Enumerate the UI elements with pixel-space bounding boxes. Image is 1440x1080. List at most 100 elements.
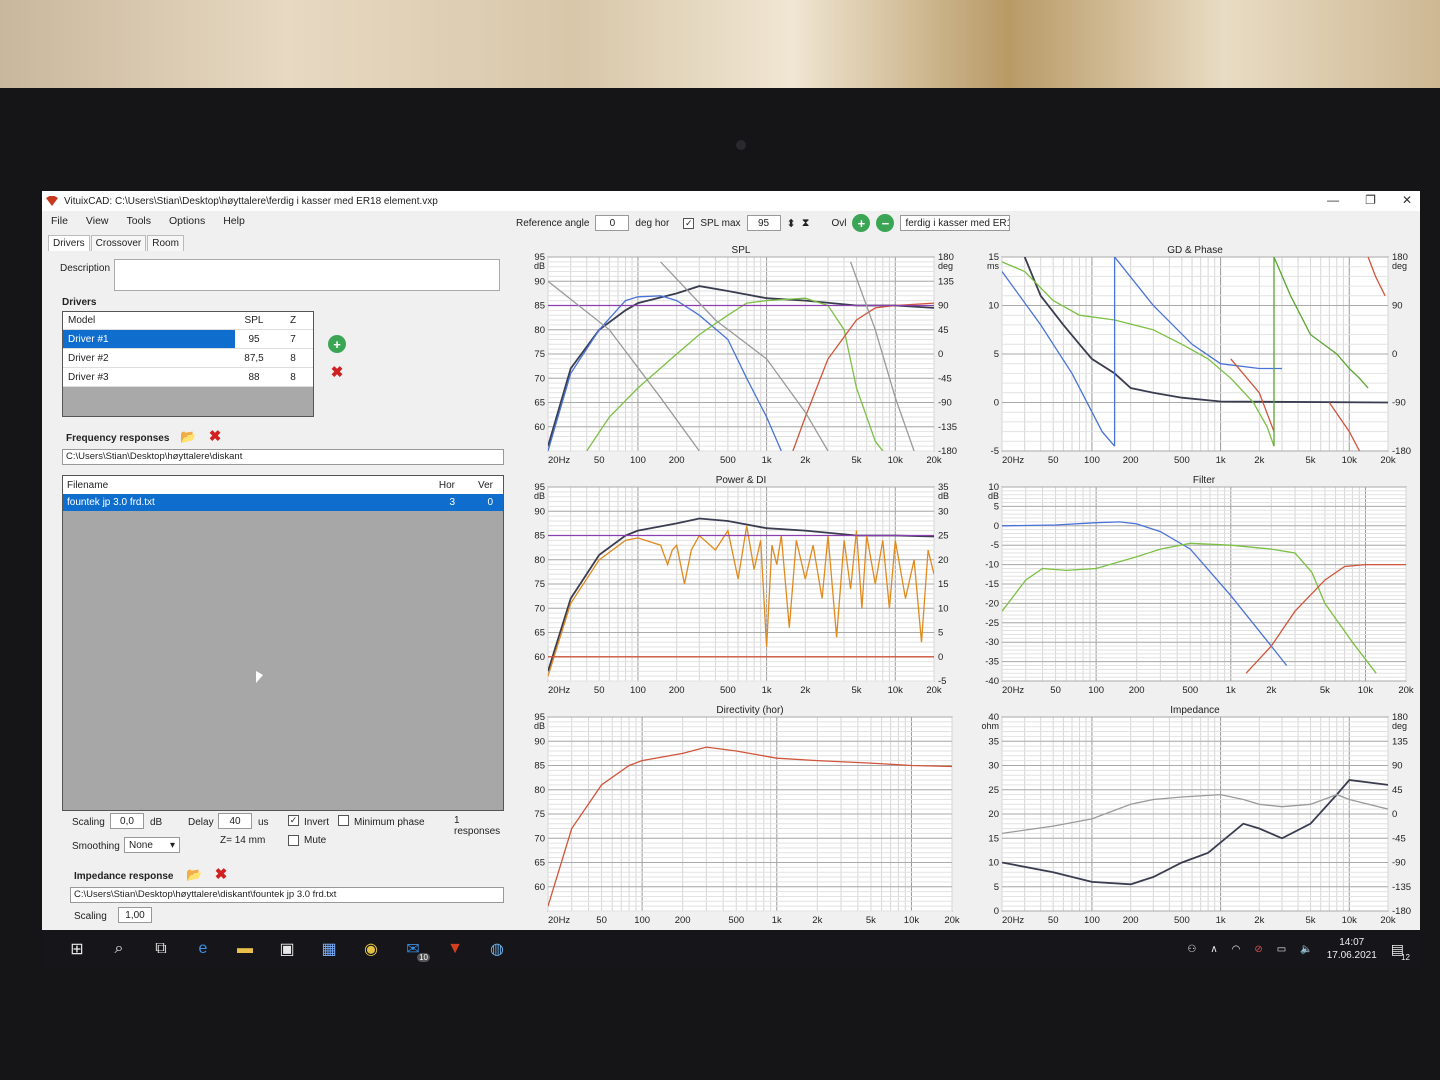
edge-browser-icon[interactable]: e xyxy=(192,938,214,960)
add-overlay-icon[interactable]: + xyxy=(852,214,871,232)
delete-driver-icon[interactable]: ✖ xyxy=(328,363,346,381)
x-tick-label: 500 xyxy=(1182,685,1198,696)
table-row[interactable]: Driver #2 87,5 8 xyxy=(63,349,313,368)
tab-crossover[interactable]: Crossover xyxy=(90,235,147,251)
x-tick-label: 200 xyxy=(669,685,685,696)
minimize-button[interactable]: — xyxy=(1327,193,1339,207)
frequency-responses-heading: Frequency responses xyxy=(66,433,170,444)
x-tick-label: 20k xyxy=(926,685,942,696)
open-folder-icon[interactable]: 📂 xyxy=(180,429,196,445)
mute-checkbox[interactable] xyxy=(288,835,299,846)
menu-file[interactable]: File xyxy=(42,213,77,231)
x-tick-label: 5k xyxy=(1306,915,1316,926)
system-clock[interactable]: 14:07 17.06.2021 xyxy=(1327,936,1377,962)
battery-icon[interactable]: ▭ xyxy=(1277,944,1286,955)
x-tick-label: 20k xyxy=(1380,455,1396,466)
col-filename[interactable]: Filename xyxy=(63,480,421,491)
globe-app-icon[interactable]: ◍ xyxy=(486,938,508,960)
x-tick-label: 20Hz xyxy=(548,915,570,926)
open-impedance-folder-icon[interactable]: 📂 xyxy=(186,867,202,883)
col-ver[interactable]: Ver xyxy=(459,480,497,491)
power-di-chart[interactable]: 6065707580859095-505101520253035dB20Hz 50… xyxy=(516,471,966,699)
impedance-chart[interactable]: 0510152025303540-180-135-90-450459013518… xyxy=(970,701,1420,929)
spl-max-input[interactable]: 95 xyxy=(746,215,781,231)
description-input[interactable] xyxy=(114,259,500,291)
clear-frequency-icon[interactable]: ✖ xyxy=(206,427,224,445)
x-tick-label: 1k xyxy=(772,915,782,926)
menu-options[interactable]: Options xyxy=(160,213,214,231)
x-tick-label: 2k xyxy=(800,685,810,696)
y2-tick-label: 0 xyxy=(938,349,943,360)
task-view-icon[interactable]: ⧉ xyxy=(150,938,172,960)
blocked-icon[interactable]: ⊘ xyxy=(1254,944,1262,955)
filter-chart[interactable]: -40-35-30-25-20-15-10-5051020Hz 50 100 200 5… xyxy=(970,471,1420,699)
close-button[interactable]: ✕ xyxy=(1402,193,1412,207)
col-spl[interactable]: SPL xyxy=(235,315,273,326)
x-tick-label: 100 xyxy=(630,685,646,696)
y2-tick-label: 30 xyxy=(938,506,949,517)
table-row[interactable]: fountek jp 3.0 frd.txt 3 0 xyxy=(63,494,503,511)
x-tick-label: 10k xyxy=(888,685,904,696)
volume-icon[interactable]: 🔈 xyxy=(1300,944,1312,955)
menu-tools[interactable]: Tools xyxy=(118,213,161,231)
spin-updown-icon[interactable]: ⬍ xyxy=(787,217,796,230)
col-hor[interactable]: Hor xyxy=(421,480,459,491)
y-tick-label: 90 xyxy=(534,276,545,287)
tab-drivers[interactable]: Drivers xyxy=(48,235,90,251)
minimum-phase-checkbox[interactable] xyxy=(338,815,349,826)
y2-tick-label: 0 xyxy=(1392,809,1397,820)
directivity-hor-chart[interactable]: 606570758085909520Hz 50 100 200 500 1k 2k 5k 10k… xyxy=(516,701,966,929)
impedance-scaling-input[interactable]: 1,00 xyxy=(118,907,152,923)
chevron-up-icon[interactable]: ∧ xyxy=(1210,944,1217,955)
clear-impedance-icon[interactable]: ✖ xyxy=(212,865,230,883)
z-offset-text: Z= 14 mm xyxy=(220,835,266,846)
description-label: Description xyxy=(60,263,111,274)
title-bar[interactable]: VituixCAD: C:\Users\Stian\Desktop\høytta… xyxy=(42,191,1420,211)
spl-chart[interactable]: 6065707580859095-180-135-90-450459013518… xyxy=(516,241,966,469)
image-viewer-icon[interactable]: ▦ xyxy=(318,938,340,960)
y-tick-label: -20 xyxy=(985,598,999,609)
chart-title: SPL xyxy=(732,245,751,256)
frequency-path-field[interactable]: C:\Users\Stian\Desktop\høyttalere\diskan… xyxy=(62,449,504,465)
restore-button[interactable]: ❐ xyxy=(1365,193,1376,207)
menu-bar: File View Tools Options Help xyxy=(42,213,254,231)
search-icon[interactable]: ⌕ xyxy=(108,938,130,960)
network-icon[interactable]: ◠ xyxy=(1232,944,1241,955)
table-row[interactable]: Driver #3 88 8 xyxy=(63,368,313,387)
ref-angle-input[interactable]: 0 xyxy=(595,215,630,231)
spl-max-checkbox[interactable]: ✓ xyxy=(683,217,695,229)
chrome-icon[interactable]: ◉ xyxy=(360,938,382,960)
menu-view[interactable]: View xyxy=(77,213,118,231)
tab-room[interactable]: Room xyxy=(147,235,184,251)
menu-help[interactable]: Help xyxy=(214,213,254,231)
scaling-input[interactable]: 0,0 xyxy=(110,813,144,829)
people-icon[interactable]: ⚇ xyxy=(1187,944,1196,955)
invert-checkbox[interactable]: ✓ xyxy=(288,815,299,826)
mail-icon[interactable]: ✉ 10 xyxy=(402,938,430,962)
notifications-icon[interactable]: ▤ 12 xyxy=(1391,941,1410,962)
windows-start-icon[interactable]: ⊞ xyxy=(66,938,88,960)
smoothing-select[interactable]: None ▾ xyxy=(124,837,180,853)
impedance-path-field[interactable]: C:\Users\Stian\Desktop\høyttalere\diskan… xyxy=(70,887,504,903)
y-tick-label: 10 xyxy=(988,301,999,312)
y-tick-label: 20 xyxy=(988,809,999,820)
ovl-label: Ovl xyxy=(831,217,847,229)
clock-time: 14:07 xyxy=(1339,937,1365,948)
file-explorer-icon[interactable]: ▬ xyxy=(234,938,256,960)
drivers-table-header: Model SPL Z xyxy=(63,312,313,330)
hourglass-zoom-icon[interactable]: ⧗ xyxy=(802,217,810,230)
col-z[interactable]: Z xyxy=(273,315,313,326)
vituixcad-taskbar-icon[interactable]: ▼ xyxy=(444,938,466,960)
gd-phase-chart[interactable]: -5051015-180-90090180deg20Hz 50 100 200 500 1… xyxy=(970,241,1420,469)
mail-badge: 10 xyxy=(417,953,430,962)
room-background xyxy=(0,0,1440,92)
add-driver-icon[interactable]: + xyxy=(328,335,346,353)
windows-taskbar: ⊞ ⌕ ⧉ e ▬ ▣ ▦ ◉ ✉ 10 ▼ ◍ ⚇ ∧ ◠ ⊘ ▭ 🔈 14:0… xyxy=(42,930,1420,968)
delay-input[interactable]: 40 xyxy=(218,813,252,829)
remove-overlay-icon[interactable]: − xyxy=(876,214,895,232)
col-model[interactable]: Model xyxy=(63,312,235,329)
x-tick-label: 20Hz xyxy=(1002,685,1024,696)
table-row[interactable]: Driver #1 95 7 xyxy=(63,330,313,349)
store-icon[interactable]: ▣ xyxy=(276,938,298,960)
overlay-input[interactable]: ferdig i kasser med ER18 e xyxy=(900,215,1011,231)
